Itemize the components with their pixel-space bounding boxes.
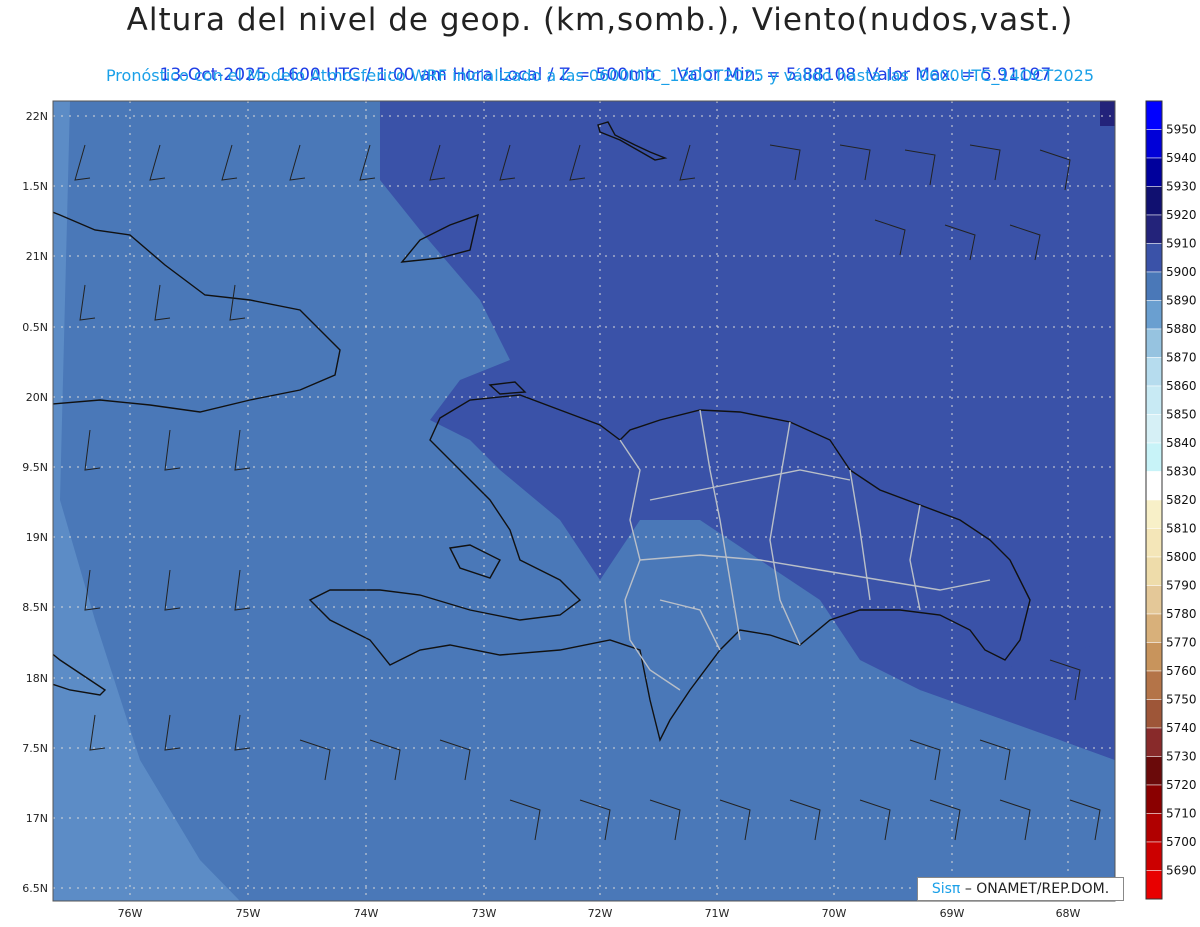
colorbar-swatch (1145, 271, 1163, 301)
lon-label: 75W (236, 907, 261, 920)
sis-logo-text: Sisπ (931, 881, 961, 897)
colorbar-swatch (1145, 784, 1163, 814)
colorbar-label: 5880 (1166, 322, 1197, 336)
colorbar-swatch (1145, 100, 1163, 130)
lon-label: 68W (1056, 907, 1081, 920)
colorbar-label: 5760 (1166, 664, 1197, 678)
lon-label: 72W (588, 907, 613, 920)
colorbar-swatch (1145, 642, 1163, 672)
colorbar-swatch (1145, 870, 1163, 900)
colorbar-swatch (1145, 385, 1163, 415)
colorbar-label: 5770 (1166, 636, 1197, 650)
colorbar-label: 5730 (1166, 750, 1197, 764)
lat-label: 21N (26, 250, 48, 263)
lat-label: 22N (26, 110, 48, 123)
colorbar-label: 5950 (1166, 123, 1197, 137)
colorbar-label: 5820 (1166, 493, 1197, 507)
colorbar-swatch (1145, 300, 1163, 330)
lon-label: 70W (822, 907, 847, 920)
lon-label: 74W (354, 907, 379, 920)
credit-text: – ONAMET/REP.DOM. (964, 881, 1110, 897)
colorbar-swatch (1145, 471, 1163, 501)
colorbar-label: 5720 (1166, 778, 1197, 792)
colorbar-swatch (1145, 699, 1163, 729)
colorbar-label: 5910 (1166, 237, 1197, 251)
colorbar-swatch (1145, 841, 1163, 871)
colorbar-label: 5930 (1166, 180, 1197, 194)
colorbar-swatch (1145, 585, 1163, 615)
colorbar-swatch (1145, 727, 1163, 757)
lat-label: 18N (26, 672, 48, 685)
map-area (53, 101, 1115, 901)
colorbar-swatch (1145, 613, 1163, 643)
colorbar-label: 5750 (1166, 693, 1197, 707)
colorbar-label: 5890 (1166, 294, 1197, 308)
colorbar-swatch (1145, 243, 1163, 273)
colorbar: 5950 5940 5930 5920 5910 5900 5890 5880 5870 5860… (1145, 100, 1197, 900)
lat-label: 1.5N (22, 180, 48, 193)
colorbar-label: 5780 (1166, 607, 1197, 621)
lon-label: 73W (472, 907, 497, 920)
colorbar-label: 5700 (1166, 835, 1197, 849)
colorbar-label: 5790 (1166, 579, 1197, 593)
shading-5910 (1100, 101, 1115, 126)
credit-box: Sisπ – ONAMET/REP.DOM. (917, 877, 1124, 901)
lon-label: 76W (118, 907, 143, 920)
colorbar-swatch (1145, 328, 1163, 358)
colorbar-swatch (1145, 528, 1163, 558)
lat-label: 0.5N (22, 321, 48, 334)
colorbar-swatch (1145, 357, 1163, 387)
lat-label: 17N (26, 812, 48, 825)
colorbar-label: 5860 (1166, 379, 1197, 393)
colorbar-label: 5810 (1166, 522, 1197, 536)
lat-label: 20N (26, 391, 48, 404)
colorbar-swatch (1145, 813, 1163, 843)
lat-label: 8.5N (22, 601, 48, 614)
colorbar-swatch (1145, 442, 1163, 472)
colorbar-swatch (1145, 556, 1163, 586)
colorbar-label: 5870 (1166, 351, 1197, 365)
colorbar-label: 5800 (1166, 550, 1197, 564)
lat-label: 9.5N (22, 461, 48, 474)
colorbar-label: 5920 (1166, 208, 1197, 222)
colorbar-label: 5840 (1166, 436, 1197, 450)
lat-label: 7.5N (22, 742, 48, 755)
lon-label: 69W (940, 907, 965, 920)
colorbar-label: 5940 (1166, 151, 1197, 165)
colorbar-swatch (1145, 214, 1163, 244)
lat-label: 19N (26, 531, 48, 544)
colorbar-swatch (1145, 756, 1163, 786)
colorbar-swatch (1145, 129, 1163, 159)
lon-axis: 76W 75W 74W 73W 72W 71W 70W 69W 68W (118, 907, 1081, 920)
colorbar-swatch (1145, 186, 1163, 216)
colorbar-label: 5710 (1166, 807, 1197, 821)
colorbar-swatch (1145, 499, 1163, 529)
lat-label: 6.5N (22, 882, 48, 895)
colorbar-label: 5830 (1166, 465, 1197, 479)
colorbar-swatch (1145, 414, 1163, 444)
colorbar-swatch (1145, 670, 1163, 700)
lon-label: 71W (705, 907, 730, 920)
lat-axis: 22N 1.5N 21N 0.5N 20N 9.5N 19N 8.5N 18N … (22, 110, 48, 895)
colorbar-swatch (1145, 157, 1163, 187)
colorbar-label: 5690 (1166, 864, 1197, 878)
colorbar-label: 5850 (1166, 408, 1197, 422)
colorbar-label: 5740 (1166, 721, 1197, 735)
colorbar-label: 5900 (1166, 265, 1197, 279)
map-figure: 22N 1.5N 21N 0.5N 20N 9.5N 19N 8.5N 18N … (22, 100, 1197, 920)
